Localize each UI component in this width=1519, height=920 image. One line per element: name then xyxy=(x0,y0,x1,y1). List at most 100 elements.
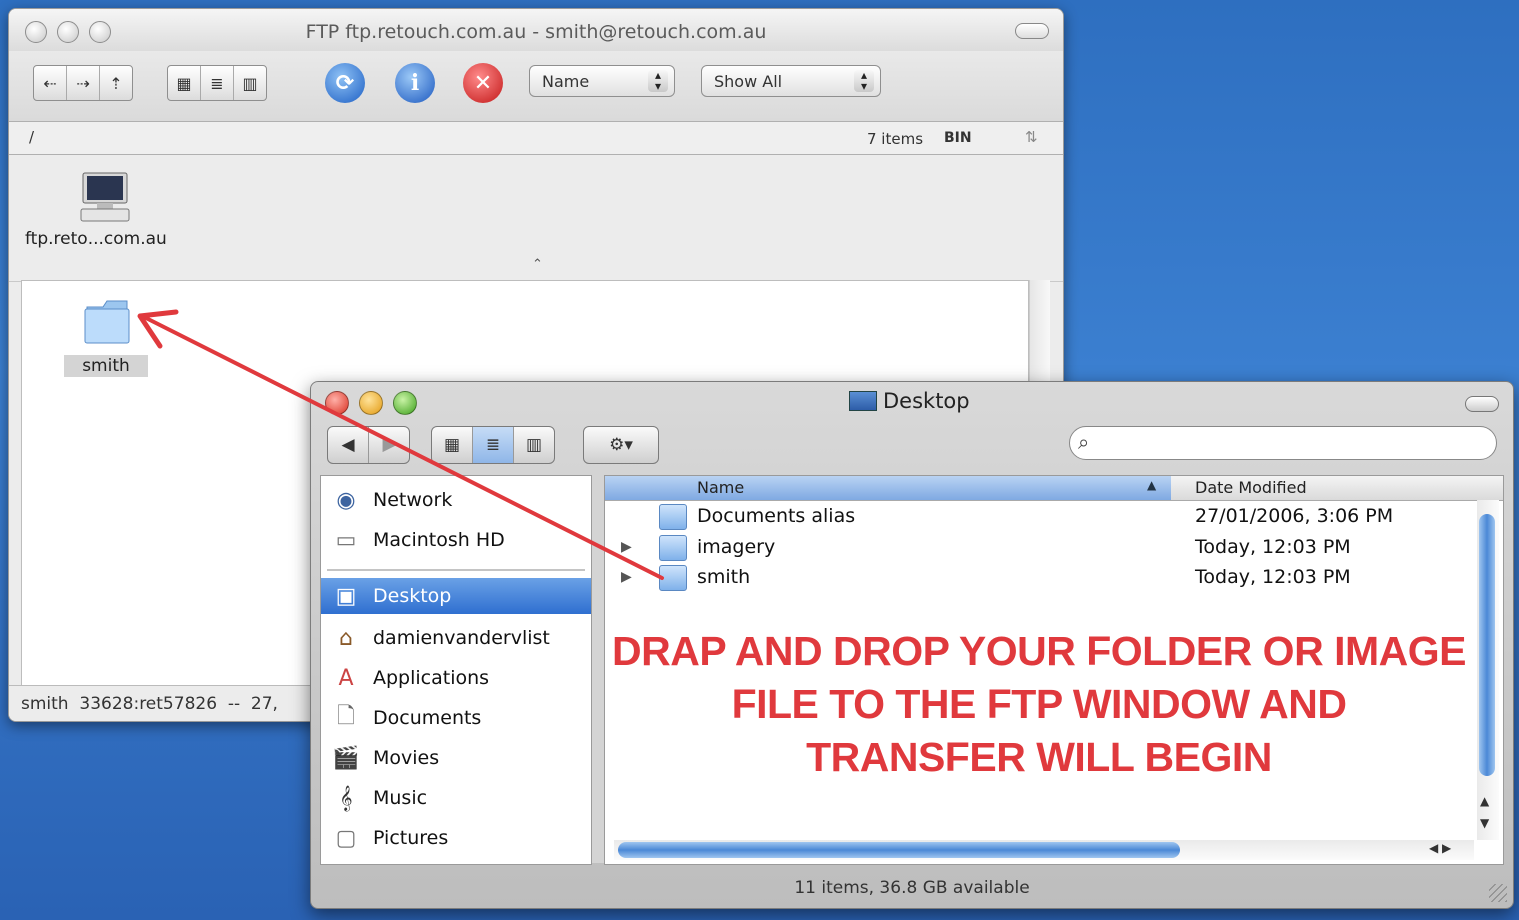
finder-title-text: Desktop xyxy=(883,389,970,413)
current-path[interactable]: / xyxy=(29,128,34,146)
sync-icon[interactable]: ⇅ xyxy=(1025,128,1038,146)
finder-title: Desktop xyxy=(849,389,970,413)
item-count: 7 items xyxy=(867,130,924,148)
collapse-caret-icon[interactable]: ⌃ xyxy=(532,257,543,272)
finder-status-bar: 11 items, 36.8 GB available xyxy=(794,878,1030,898)
horizontal-scroll-thumb[interactable] xyxy=(618,842,1180,858)
sort-ascending-icon: ▲ xyxy=(1147,478,1157,492)
finder-zoom-button[interactable] xyxy=(393,391,417,415)
ftp-toolbar-toggle-button[interactable] xyxy=(1015,23,1049,39)
refresh-icon[interactable]: ⟳ xyxy=(325,63,365,103)
sidebar-item-macintosh-hd[interactable]: ▭ Macintosh HD xyxy=(321,522,591,558)
info-icon[interactable]: i xyxy=(395,63,435,103)
icon-view-icon[interactable]: ▦ xyxy=(168,66,201,100)
name-column-header[interactable]: Name ▲ xyxy=(605,476,1171,500)
filter-popup[interactable]: Show All ▴ ▾ xyxy=(701,65,881,97)
search-input[interactable] xyxy=(1106,432,1480,456)
action-menu-button[interactable]: ⚙▾ xyxy=(583,426,659,464)
finder-titlebar[interactable]: Desktop xyxy=(311,382,1513,422)
desktop-icon xyxy=(849,391,877,411)
ftp-server-panel: ftp.retо...com.au ⌃ xyxy=(9,155,1063,282)
ftp-toolbar: ⇠ ⇢ ⇡ ▦ ≣ ▥ ⟳ i ✕ Name ▴ ▾ Show All ▴ ▾ xyxy=(9,51,1063,122)
resize-grip-icon[interactable] xyxy=(1489,884,1507,902)
filter-popup-value: Show All xyxy=(714,71,783,91)
column-header: Name ▲ Date Modified xyxy=(605,476,1503,501)
item-date: 27/01/2006, 3:06 PM xyxy=(1195,505,1394,527)
transfer-mode[interactable]: BIN xyxy=(944,130,972,146)
sidebar-resize-handle[interactable] xyxy=(592,475,604,863)
finder-search-field[interactable]: ⌕ xyxy=(1069,426,1497,460)
sidebar-item-network[interactable]: ◉ Network xyxy=(321,482,591,518)
ftp-nav-buttons: ⇠ ⇢ ⇡ xyxy=(33,65,133,101)
finder-close-button[interactable] xyxy=(325,391,349,415)
instruction-line: FILE TO THE FTP WINDOW AND xyxy=(731,681,1347,727)
applications-icon: A xyxy=(338,665,354,691)
date-column-header[interactable]: Date Modified xyxy=(1195,478,1307,497)
sidebar-item-home[interactable]: ⌂ damienvandervlist xyxy=(321,620,591,656)
ftp-window-title: FTP ftp.retouch.com.au - smith@retouch.c… xyxy=(305,21,767,43)
item-date: Today, 12:03 PM xyxy=(1195,566,1351,588)
sidebar-item-documents[interactable]: 🗋 Documents xyxy=(321,700,591,736)
disconnect-icon[interactable]: ✕ xyxy=(463,63,503,103)
sidebar-divider xyxy=(327,569,585,571)
movies-icon: 🎬 xyxy=(332,745,360,771)
gear-icon: ⚙▾ xyxy=(609,435,633,455)
sidebar-item-pictures[interactable]: ▢ Pictures xyxy=(321,820,591,856)
sidebar-item-applications[interactable]: A Applications xyxy=(321,660,591,696)
search-icon: ⌕ xyxy=(1078,430,1090,454)
instruction-line: DRAP AND DROP YOUR FOLDER OR IMAGE xyxy=(612,628,1466,674)
column-view-icon[interactable]: ▥ xyxy=(514,427,554,463)
remote-folder-label[interactable]: smith xyxy=(64,355,148,377)
finder-minimize-button[interactable] xyxy=(359,391,383,415)
icon-view-icon[interactable]: ▦ xyxy=(432,427,473,463)
vertical-scroll-arrows-icon[interactable]: ▲ ▼ xyxy=(1480,790,1489,834)
pictures-icon: ▢ xyxy=(335,825,357,851)
server-computer-icon[interactable] xyxy=(77,171,133,223)
back-icon[interactable]: ◀ xyxy=(328,427,369,463)
finder-sidebar: ◉ Network ▭ Macintosh HD ▣ Desktop ⌂ dam… xyxy=(320,475,592,865)
ftp-view-buttons: ▦ ≣ ▥ xyxy=(167,65,267,101)
list-item[interactable]: ▶ smith Today, 12:03 PM xyxy=(605,563,1475,593)
finder-toolbar: ◀ ▶ ▦ ≣ ▥ ⚙▾ ⌕ xyxy=(311,422,1513,474)
list-view-icon[interactable]: ≣ xyxy=(201,66,234,100)
sidebar-item-label: Applications xyxy=(373,667,490,689)
finder-window: Desktop ◀ ▶ ▦ ≣ ▥ ⚙▾ ⌕ ◉ Network ▭ Macin… xyxy=(310,381,1514,909)
name-column-label: Name xyxy=(697,478,745,497)
sidebar-item-label: Movies xyxy=(373,747,440,769)
sidebar-item-desktop[interactable]: ▣ Desktop xyxy=(321,578,591,614)
server-label[interactable]: ftp.retо...com.au xyxy=(25,229,167,249)
folder-icon xyxy=(659,535,687,561)
network-icon: ◉ xyxy=(336,487,356,513)
disclosure-triangle-icon[interactable]: ▶ xyxy=(621,569,632,585)
folder-icon xyxy=(659,565,687,591)
ftp-titlebar[interactable]: FTP ftp.retouch.com.au - smith@retouch.c… xyxy=(9,9,1063,51)
parent-folder-icon[interactable]: ⇡ xyxy=(100,66,132,100)
back-icon[interactable]: ⇠ xyxy=(34,66,67,100)
item-name: Documents alias xyxy=(697,505,856,527)
documents-icon: 🗋 xyxy=(337,704,355,729)
remote-folder-icon[interactable] xyxy=(81,297,133,347)
forward-icon[interactable]: ▶ xyxy=(369,427,409,463)
list-view-icon[interactable]: ≣ xyxy=(473,427,514,463)
hard-drive-icon: ▭ xyxy=(335,527,357,553)
list-item[interactable]: Documents alias 27/01/2006, 3:06 PM xyxy=(605,502,1475,532)
sidebar-item-label: Music xyxy=(373,787,428,809)
finder-view-buttons: ▦ ≣ ▥ xyxy=(431,426,555,464)
disclosure-triangle-icon[interactable]: ▶ xyxy=(621,539,632,555)
vertical-scrollbar[interactable]: ▲ ▼ xyxy=(1477,500,1499,840)
home-icon: ⌂ xyxy=(339,625,353,651)
forward-icon[interactable]: ⇢ xyxy=(67,66,100,100)
popup-arrows-icon: ▴ ▾ xyxy=(854,69,874,92)
horizontal-scroll-arrows-icon[interactable]: ◀ ▶ xyxy=(1429,841,1451,855)
finder-toolbar-toggle-button[interactable] xyxy=(1465,396,1499,412)
item-name: imagery xyxy=(697,536,776,558)
horizontal-scrollbar[interactable] xyxy=(614,840,1474,860)
column-view-icon[interactable]: ▥ xyxy=(234,66,266,100)
sidebar-item-music[interactable]: 𝄞 Music xyxy=(321,780,591,816)
sort-popup[interactable]: Name ▴ ▾ xyxy=(529,65,675,97)
sort-popup-value: Name xyxy=(542,71,590,91)
vertical-scroll-thumb[interactable] xyxy=(1479,514,1495,776)
list-item[interactable]: ▶ imagery Today, 12:03 PM xyxy=(605,533,1475,563)
desktop-icon: ▣ xyxy=(335,583,357,609)
sidebar-item-movies[interactable]: 🎬 Movies xyxy=(321,740,591,776)
